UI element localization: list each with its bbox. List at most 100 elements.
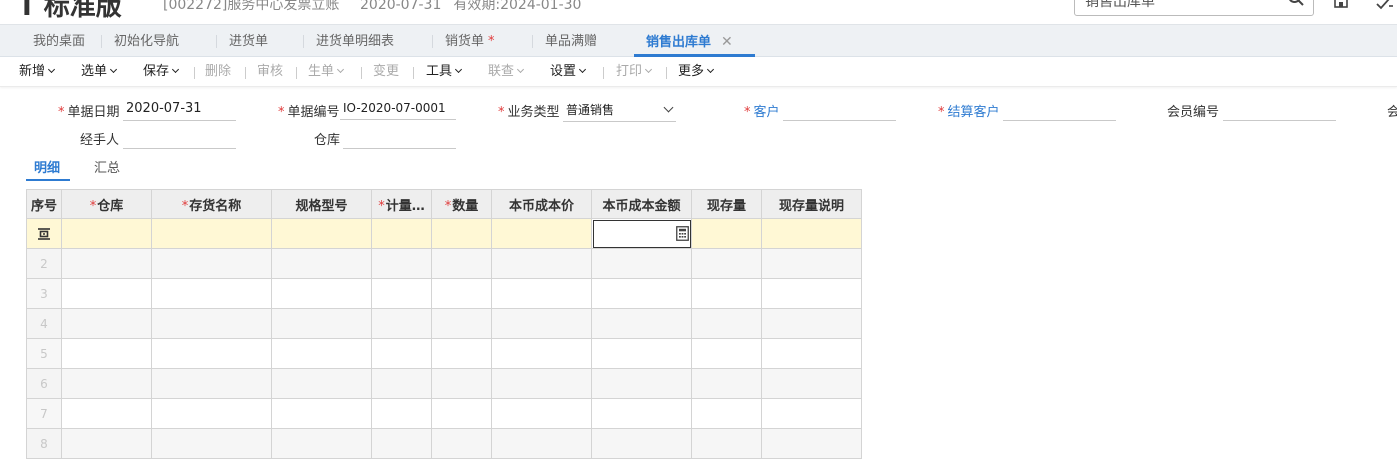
grid-cell[interactable] (271, 428, 372, 459)
company-name[interactable]: [002272]服务中心发票立账 (163, 0, 339, 14)
task-icon[interactable] (1375, 0, 1393, 14)
grid-cell[interactable] (431, 368, 492, 399)
new-button[interactable]: 新增 (19, 57, 56, 87)
grid-cell[interactable] (151, 368, 272, 399)
search-icon[interactable] (1287, 0, 1305, 11)
tools-button[interactable]: 工具 (426, 57, 463, 87)
grid-cell[interactable] (591, 248, 692, 279)
grid-cell[interactable] (271, 278, 372, 309)
tab-single-gift[interactable]: 单品满赠 (545, 25, 597, 57)
grid-cell[interactable] (691, 218, 762, 249)
search-input[interactable]: 销售出库单 (1085, 0, 1155, 11)
print-button[interactable]: 打印 (616, 57, 653, 87)
grid-cell[interactable] (761, 428, 862, 459)
doc-no-field[interactable]: IO-2020-07-0001 (340, 98, 456, 120)
grid-cell[interactable] (61, 338, 152, 369)
grid-cell[interactable] (61, 218, 152, 249)
grid-cell[interactable] (431, 398, 492, 429)
grid-cell[interactable] (431, 338, 492, 369)
table-row[interactable]: 3 (26, 278, 862, 309)
close-icon[interactable]: ✕ (721, 34, 733, 50)
change-button[interactable]: 变更 (373, 57, 399, 87)
table-row[interactable]: 2 (26, 248, 862, 279)
grid-cell[interactable] (271, 248, 372, 279)
customer-field[interactable] (783, 99, 896, 121)
grid-cell[interactable] (761, 278, 862, 309)
tab-purchase-detail[interactable]: 进货单明细表 (316, 25, 394, 57)
grid-cell[interactable] (591, 428, 692, 459)
select-doc-button[interactable]: 选单 (81, 57, 118, 87)
settings-button[interactable]: 设置 (550, 57, 587, 87)
warehouse-field[interactable] (343, 127, 456, 149)
handler-field[interactable] (123, 127, 236, 149)
grid-cell[interactable] (491, 278, 592, 309)
grid-cell[interactable] (151, 248, 272, 279)
col-header-warehouse[interactable]: *仓库 (61, 189, 152, 219)
grid-cell[interactable] (491, 428, 592, 459)
member-no-field[interactable] (1223, 99, 1336, 121)
grid-cell[interactable] (151, 338, 272, 369)
table-row[interactable]: 6 (26, 368, 862, 399)
biz-type-select[interactable]: 普通销售 (563, 100, 676, 122)
delete-button[interactable]: 删除 (205, 57, 231, 87)
more-button[interactable]: 更多 (678, 57, 715, 87)
generate-doc-button[interactable]: 生单 (308, 57, 345, 87)
col-header-spec[interactable]: 规格型号 (271, 189, 372, 219)
grid-cell[interactable] (371, 368, 432, 399)
tab-sales-order[interactable]: 销货单 * (445, 25, 495, 57)
tab-purchase-order[interactable]: 进货单 (229, 25, 268, 57)
table-row[interactable]: 8 (26, 428, 862, 459)
grid-cell[interactable] (151, 278, 272, 309)
grid-cell[interactable] (431, 428, 492, 459)
grid-cell[interactable] (691, 338, 762, 369)
tab-my-desktop[interactable]: 我的桌面 (33, 25, 85, 57)
grid-cell[interactable] (491, 368, 592, 399)
row-settings-icon[interactable] (37, 227, 51, 241)
grid-cell[interactable] (61, 428, 152, 459)
tab-summary[interactable]: 汇总 (94, 157, 120, 176)
grid-cell[interactable] (371, 308, 432, 339)
table-row[interactable]: 7 (26, 398, 862, 429)
grid-cell[interactable] (371, 218, 432, 249)
doc-date-field[interactable]: 2020-07-31 (123, 99, 236, 121)
grid-cell[interactable] (371, 398, 432, 429)
tab-init-guide[interactable]: 初始化导航 (114, 25, 179, 57)
grid-cell[interactable] (61, 368, 152, 399)
grid-cell[interactable] (371, 338, 432, 369)
grid-cell[interactable] (61, 278, 152, 309)
grid-cell[interactable] (431, 278, 492, 309)
grid-cell[interactable] (591, 368, 692, 399)
grid-cell[interactable] (271, 338, 372, 369)
grid-cell[interactable] (61, 398, 152, 429)
grid-cell[interactable] (371, 248, 432, 279)
grid-cell[interactable] (761, 398, 862, 429)
table-row[interactable]: 4 (26, 308, 862, 339)
grid-cell[interactable] (691, 398, 762, 429)
grid-cell[interactable] (761, 218, 862, 249)
grid-cell[interactable] (271, 398, 372, 429)
grid-cell[interactable] (491, 338, 592, 369)
col-header-cost-amount[interactable]: 本币成本金额 (591, 189, 692, 219)
grid-cell[interactable] (271, 308, 372, 339)
grid-cell[interactable] (61, 248, 152, 279)
grid-cell[interactable] (151, 218, 272, 249)
col-header-stock[interactable]: 现存量 (691, 189, 762, 219)
home-icon[interactable] (1333, 0, 1349, 14)
grid-cell[interactable] (691, 428, 762, 459)
grid-cell[interactable] (151, 428, 272, 459)
grid-cell[interactable] (691, 368, 762, 399)
grid-cell[interactable] (431, 308, 492, 339)
calculator-icon[interactable] (676, 226, 689, 245)
grid-cell[interactable] (761, 248, 862, 279)
grid-cell[interactable] (591, 398, 692, 429)
grid-cell[interactable] (761, 368, 862, 399)
grid-cell[interactable] (371, 278, 432, 309)
col-header-stock-note[interactable]: 现存量说明 (761, 189, 862, 219)
table-row[interactable]: 5 (26, 338, 862, 369)
row-settings-cell[interactable] (26, 218, 62, 249)
linked-query-button[interactable]: 联查 (488, 57, 525, 87)
audit-button[interactable]: 审核 (257, 57, 283, 87)
grid-cell[interactable] (431, 248, 492, 279)
grid-cell[interactable] (491, 398, 592, 429)
col-header-unit[interactable]: *计量… (371, 189, 432, 219)
